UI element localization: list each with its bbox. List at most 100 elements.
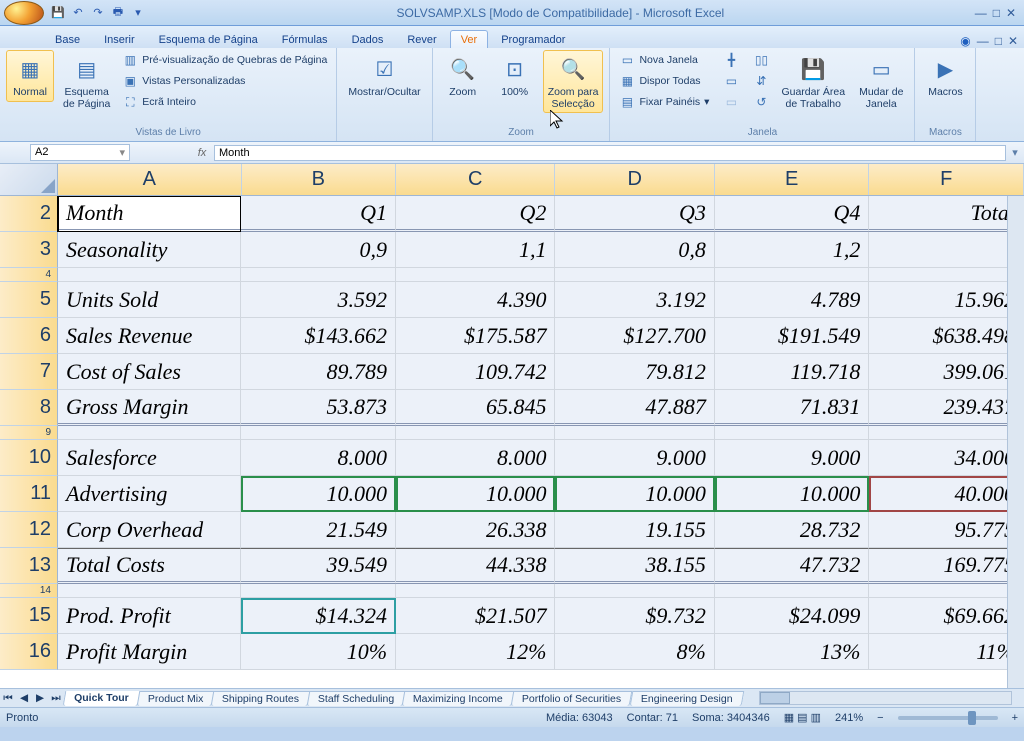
row-header-6[interactable]: 6 — [0, 318, 58, 354]
cell-F4[interactable] — [869, 268, 1024, 282]
switch-window-button[interactable]: ▭Mudar de Janela — [854, 50, 908, 113]
cell-A10[interactable]: Salesforce — [58, 440, 241, 476]
cell-C9[interactable] — [396, 426, 555, 440]
cell-F14[interactable] — [869, 584, 1024, 598]
cell-C6[interactable]: $175.587 — [396, 318, 555, 354]
tab-inserir[interactable]: Inserir — [93, 30, 146, 48]
cell-F6[interactable]: $638.498 — [869, 318, 1024, 354]
view-side-button[interactable]: ▯▯ — [750, 50, 772, 70]
cell-F12[interactable]: 95.775 — [869, 512, 1024, 548]
cell-E15[interactable]: $24.099 — [715, 598, 870, 634]
cell-B2[interactable]: Q1 — [241, 196, 396, 232]
cell-C5[interactable]: 4.390 — [396, 282, 555, 318]
macros-button[interactable]: ▶Macros — [921, 50, 969, 102]
cell-B8[interactable]: 53.873 — [241, 390, 396, 426]
row-header-5[interactable]: 5 — [0, 282, 58, 318]
cell-E5[interactable]: 4.789 — [715, 282, 870, 318]
cell-C7[interactable]: 109.742 — [396, 354, 555, 390]
cell-D5[interactable]: 3.192 — [555, 282, 714, 318]
cell-F15[interactable]: $69.662 — [869, 598, 1024, 634]
close-button[interactable]: ✕ — [1006, 6, 1016, 20]
formula-input[interactable]: Month — [214, 145, 1006, 161]
cell-B16[interactable]: 10% — [241, 634, 396, 670]
cell-A5[interactable]: Units Sold — [58, 282, 241, 318]
col-header-b[interactable]: B — [242, 164, 397, 195]
view-buttons[interactable]: ▦ ▤ ▥ — [784, 711, 821, 724]
cell-A7[interactable]: Cost of Sales — [58, 354, 241, 390]
cell-F5[interactable]: 15.962 — [869, 282, 1024, 318]
cell-C3[interactable]: 1,1 — [396, 232, 555, 268]
sheet-tab-product-mix[interactable]: Product Mix — [136, 691, 214, 706]
cell-B3[interactable]: 0,9 — [241, 232, 396, 268]
col-header-a[interactable]: A — [58, 164, 242, 195]
cell-B14[interactable] — [241, 584, 396, 598]
save-workspace-button[interactable]: 💾Guardar Área de Trabalho — [776, 50, 850, 113]
cell-C4[interactable] — [396, 268, 555, 282]
cell-B15[interactable]: $14.324 — [241, 598, 396, 634]
tab-dados[interactable]: Dados — [341, 30, 395, 48]
cell-B4[interactable] — [241, 268, 396, 282]
sheet-tab-engineering-design[interactable]: Engineering Design — [629, 691, 743, 706]
doc-minimize-button[interactable]: — — [977, 34, 989, 48]
cell-A12[interactable]: Corp Overhead — [58, 512, 241, 548]
cell-C16[interactable]: 12% — [396, 634, 555, 670]
col-header-d[interactable]: D — [555, 164, 714, 195]
cell-A15[interactable]: Prod. Profit — [58, 598, 241, 634]
arrange-all-button[interactable]: ▦Dispor Todas — [616, 71, 712, 91]
cell-D16[interactable]: 8% — [555, 634, 714, 670]
zoom-out-button[interactable]: − — [877, 712, 883, 724]
cell-C2[interactable]: Q2 — [396, 196, 555, 232]
sync-scroll-button[interactable]: ⇵ — [750, 71, 772, 91]
cell-A2[interactable]: Month — [58, 196, 241, 232]
cell-B6[interactable]: $143.662 — [241, 318, 396, 354]
print-icon[interactable]: 🖶 — [110, 5, 126, 21]
cell-A9[interactable] — [58, 426, 241, 440]
page-break-preview-button[interactable]: ▥Pré-visualização de Quebras de Página — [119, 50, 330, 70]
cell-B12[interactable]: 21.549 — [241, 512, 396, 548]
cell-E9[interactable] — [715, 426, 870, 440]
cell-C13[interactable]: 44.338 — [396, 548, 555, 584]
tab-ver[interactable]: Ver — [450, 30, 489, 48]
cell-C10[interactable]: 8.000 — [396, 440, 555, 476]
zoom-button[interactable]: 🔍Zoom — [439, 50, 487, 102]
tab-base[interactable]: Base — [44, 30, 91, 48]
tab-nav-next[interactable]: ▶ — [32, 692, 48, 704]
normal-view-button[interactable]: ▦ Normal — [6, 50, 54, 102]
cell-A16[interactable]: Profit Margin — [58, 634, 241, 670]
row-header-15[interactable]: 15 — [0, 598, 58, 634]
sheet-tab-staff-scheduling[interactable]: Staff Scheduling — [307, 691, 406, 706]
office-button[interactable] — [4, 1, 44, 25]
cell-F11[interactable]: 40.000 — [869, 476, 1024, 512]
cell-D8[interactable]: 47.887 — [555, 390, 714, 426]
cell-F16[interactable]: 11% — [869, 634, 1024, 670]
cell-B11[interactable]: 10.000 — [241, 476, 396, 512]
doc-restore-button[interactable]: □ — [995, 34, 1002, 48]
tab-esquema[interactable]: Esquema de Página — [148, 30, 269, 48]
row-header-9[interactable]: 9 — [0, 426, 58, 440]
cell-E7[interactable]: 119.718 — [715, 354, 870, 390]
formula-expand-icon[interactable]: ▾ — [1006, 146, 1024, 159]
custom-views-button[interactable]: ▣Vistas Personalizadas — [119, 71, 330, 91]
new-window-button[interactable]: ▭Nova Janela — [616, 50, 712, 70]
cell-F9[interactable] — [869, 426, 1024, 440]
tab-nav-prev[interactable]: ◀ — [16, 692, 32, 704]
cell-F8[interactable]: 239.437 — [869, 390, 1024, 426]
cell-B5[interactable]: 3.592 — [241, 282, 396, 318]
cell-D12[interactable]: 19.155 — [555, 512, 714, 548]
zoom-in-button[interactable]: + — [1012, 712, 1018, 724]
unhide-button[interactable]: ▭ — [720, 92, 742, 112]
sheet-tab-shipping-routes[interactable]: Shipping Routes — [211, 691, 311, 706]
cell-C14[interactable] — [396, 584, 555, 598]
tab-nav-first[interactable]: ⏮ — [0, 692, 16, 705]
cell-E11[interactable]: 10.000 — [715, 476, 870, 512]
row-header-12[interactable]: 12 — [0, 512, 58, 548]
cell-E14[interactable] — [715, 584, 870, 598]
minimize-button[interactable]: — — [975, 6, 987, 20]
cell-F3[interactable] — [869, 232, 1024, 268]
cell-E16[interactable]: 13% — [715, 634, 870, 670]
spreadsheet-grid[interactable]: A B C D E F 2MonthQ1Q2Q3Q4Total3Seasonal… — [0, 164, 1024, 688]
row-header-16[interactable]: 16 — [0, 634, 58, 670]
reset-pos-button[interactable]: ↺ — [750, 92, 772, 112]
cell-D2[interactable]: Q3 — [555, 196, 714, 232]
cell-F2[interactable]: Total — [869, 196, 1024, 232]
